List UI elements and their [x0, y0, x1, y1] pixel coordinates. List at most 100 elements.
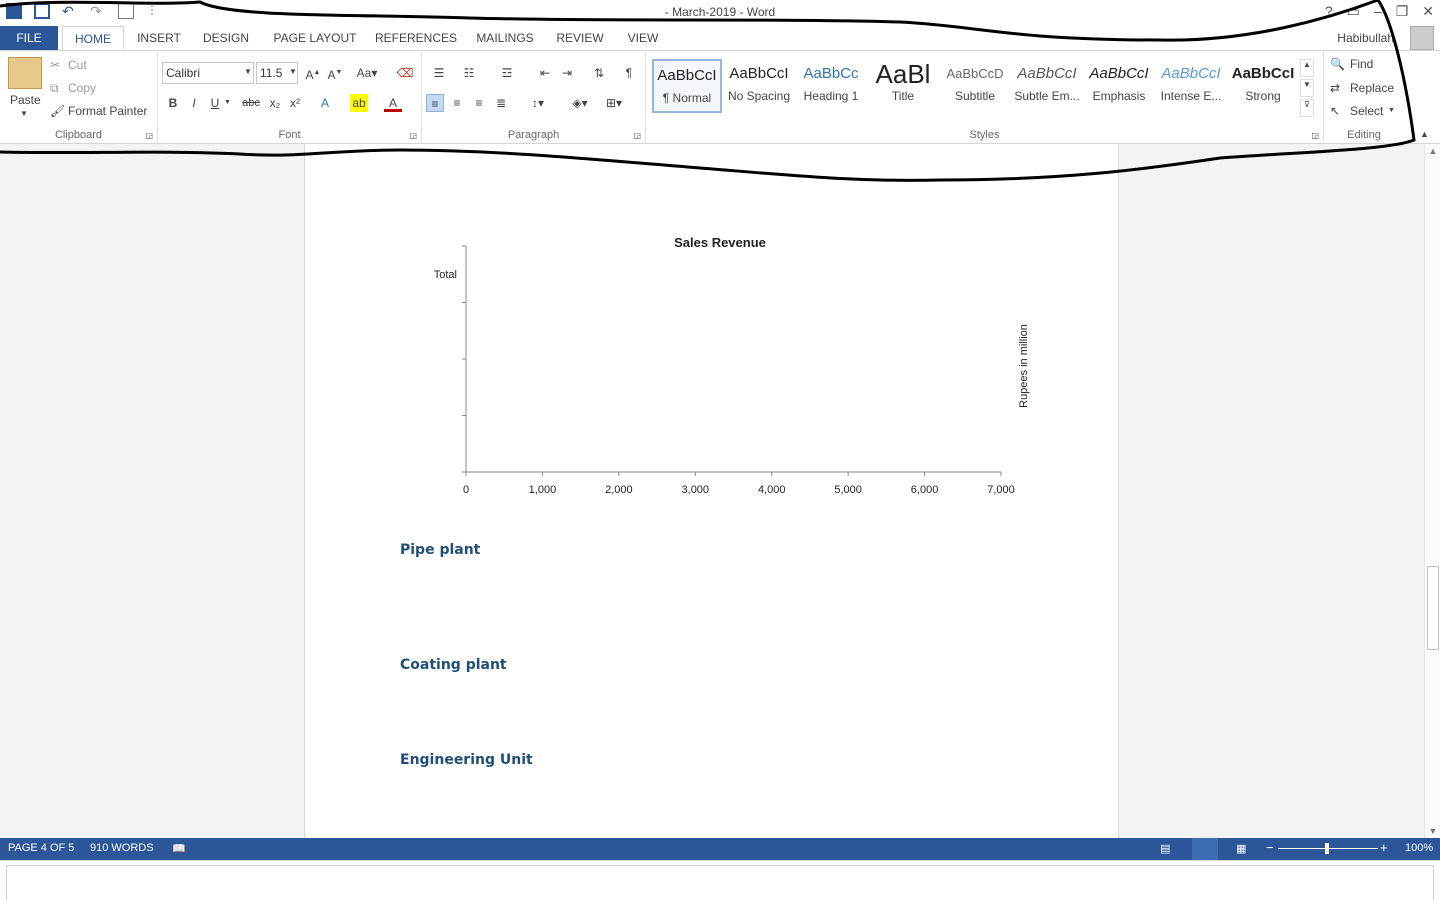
style-preview: AaBl — [875, 59, 931, 89]
minimize-button[interactable]: – — [1374, 3, 1382, 20]
increase-indent-icon[interactable]: ⇥ — [558, 64, 576, 82]
style-preview: AaBbCcI — [1017, 65, 1077, 82]
tab-view[interactable]: VIEW — [622, 26, 664, 50]
shrink-font-icon[interactable]: A▼ — [326, 64, 344, 82]
paste-dropdown-icon[interactable]: ▼ — [20, 109, 28, 118]
taskbar-strip — [0, 860, 1440, 900]
style-name: Intense E... — [1160, 89, 1222, 103]
style-intense-emphasis[interactable]: AaBbCcI Intense E... — [1156, 59, 1226, 113]
user-name[interactable]: Habibullah — [1337, 31, 1394, 45]
tab-insert[interactable]: INSERT — [132, 26, 186, 50]
format-painter-button[interactable]: Format Painter — [68, 104, 147, 118]
collapse-ribbon-icon[interactable]: ▲ — [1420, 129, 1429, 139]
sort-icon[interactable]: ⇅ — [590, 64, 608, 82]
font-launcher-icon[interactable]: ◲ — [409, 131, 417, 140]
align-left-icon[interactable]: ≡ — [426, 94, 444, 112]
ribbon-display-icon[interactable]: ▭ — [1347, 3, 1360, 20]
styles-scroll-up-icon[interactable]: ▲ — [1300, 59, 1314, 77]
text-effects-icon[interactable]: A — [316, 94, 334, 112]
align-right-icon[interactable]: ≡ — [470, 94, 488, 112]
style-title[interactable]: AaBl Title — [868, 59, 938, 113]
zoom-slider-thumb[interactable] — [1325, 843, 1329, 854]
styles-more-icon[interactable]: ⊽ — [1300, 99, 1314, 117]
select-dropdown-icon[interactable]: ▼ — [1388, 107, 1395, 114]
zoom-out-button[interactable]: − — [1266, 840, 1274, 855]
tab-design[interactable]: DESIGN — [198, 26, 254, 50]
scroll-thumb[interactable] — [1427, 566, 1439, 650]
decrease-indent-icon[interactable]: ⇤ — [536, 64, 554, 82]
cut-button[interactable]: Cut — [68, 58, 87, 72]
style-heading-1[interactable]: AaBbCc Heading 1 — [796, 59, 866, 113]
shading-icon[interactable]: ◈▾ — [566, 94, 594, 112]
tab-review[interactable]: REVIEW — [552, 26, 608, 50]
scroll-up-icon[interactable]: ▲ — [1425, 144, 1440, 158]
justify-icon[interactable]: ≣ — [492, 94, 510, 112]
tab-references[interactable]: REFERENCES — [374, 26, 458, 50]
proofing-icon[interactable]: 📖 — [172, 842, 186, 855]
web-layout-icon[interactable]: ▦ — [1236, 842, 1246, 855]
tab-file[interactable]: FILE — [0, 26, 58, 50]
style-subtitle[interactable]: AaBbCcD Subtitle — [940, 59, 1010, 113]
show-formatting-button[interactable]: ¶ — [620, 64, 638, 82]
underline-button[interactable]: U — [206, 94, 224, 112]
style-emphasis[interactable]: AaBbCcI Emphasis — [1084, 59, 1154, 113]
word-count[interactable]: 910 WORDS — [90, 842, 154, 854]
styles-launcher-icon[interactable]: ◲ — [1311, 131, 1319, 140]
style-preview: AaBbCcD — [946, 66, 1004, 81]
scroll-down-icon[interactable]: ▼ — [1425, 824, 1440, 838]
zoom-in-button[interactable]: + — [1380, 840, 1388, 855]
read-mode-icon[interactable]: ▤ — [1160, 842, 1170, 855]
avatar[interactable] — [1410, 26, 1434, 50]
underline-dropdown-icon[interactable]: ▼ — [224, 99, 231, 106]
find-button[interactable]: Find — [1350, 57, 1373, 71]
italic-button[interactable]: I — [185, 94, 203, 112]
font-family-combo[interactable]: Calibri — [162, 62, 254, 84]
numbering-icon[interactable]: ☷ — [460, 64, 478, 82]
tab-page-layout[interactable]: PAGE LAYOUT — [268, 26, 362, 50]
strikethrough-button[interactable]: abc — [238, 94, 264, 112]
style-subtle-emphasis[interactable]: AaBbCcI Subtle Em... — [1012, 59, 1082, 113]
copy-button[interactable]: Copy — [68, 81, 96, 95]
borders-icon[interactable]: ⊞▾ — [600, 94, 628, 112]
subscript-icon[interactable]: x₂ — [266, 94, 284, 112]
font-family-dropdown-icon[interactable]: ▼ — [244, 67, 252, 76]
paste-icon[interactable] — [8, 57, 42, 89]
bold-button[interactable]: B — [164, 94, 182, 112]
paste-button[interactable]: Paste — [10, 93, 41, 107]
replace-button[interactable]: Replace — [1350, 81, 1394, 95]
align-center-icon[interactable]: ≡ — [448, 94, 466, 112]
tab-home[interactable]: HOME — [62, 26, 124, 50]
bullets-icon[interactable]: ☰ — [430, 64, 448, 82]
chart-x-tick-label: 1,000 — [529, 484, 557, 496]
multilevel-list-icon[interactable]: ☲ — [498, 64, 516, 82]
superscript-icon[interactable]: x² — [286, 94, 304, 112]
paragraph-launcher-icon[interactable]: ◲ — [633, 131, 641, 140]
print-layout-icon[interactable] — [1192, 838, 1218, 860]
style-name: ¶ Normal — [662, 91, 712, 105]
status-bar: PAGE 4 OF 5 910 WORDS 📖 ▤ ▦ − + 100% — [0, 838, 1440, 860]
chart-x-tick-labels: 0 1,000 2,000 3,000 4,000 5,000 6,000 7,000 — [463, 484, 1015, 496]
zoom-level[interactable]: 100% — [1405, 842, 1433, 854]
line-spacing-icon[interactable]: ↕▾ — [524, 94, 552, 112]
close-button[interactable]: ✕ — [1422, 3, 1434, 20]
style-normal[interactable]: AaBbCcI ¶ Normal — [652, 59, 722, 113]
style-strong[interactable]: AaBbCcI Strong — [1228, 59, 1298, 113]
change-case-icon[interactable]: Aa▾ — [354, 64, 380, 82]
document-page[interactable]: Sales Revenue Total 0 1,000 2,000 3,000 4,00… — [304, 144, 1119, 838]
font-color-icon[interactable]: A — [384, 94, 402, 112]
clipboard-launcher-icon[interactable]: ◲ — [145, 131, 153, 140]
help-button[interactable]: ? — [1325, 3, 1333, 20]
style-name: Subtle Em... — [1014, 89, 1080, 103]
highlight-icon[interactable]: ab — [350, 94, 368, 112]
styles-scroll-down-icon[interactable]: ▼ — [1300, 79, 1314, 97]
select-button[interactable]: Select — [1350, 104, 1383, 118]
sales-revenue-chart[interactable]: Sales Revenue Total 0 1,000 2,000 3,000 4,00… — [305, 224, 1120, 594]
vertical-scrollbar[interactable]: ▲ ▼ — [1424, 144, 1440, 838]
style-no-spacing[interactable]: AaBbCcI No Spacing — [724, 59, 794, 113]
page-count[interactable]: PAGE 4 OF 5 — [8, 842, 74, 854]
restore-button[interactable]: ❐ — [1396, 3, 1409, 20]
grow-font-icon[interactable]: A▲ — [304, 64, 322, 82]
font-size-dropdown-icon[interactable]: ▼ — [289, 67, 297, 76]
clear-formatting-icon[interactable]: ⌫ — [396, 64, 414, 82]
tab-mailings[interactable]: MAILINGS — [472, 26, 538, 50]
